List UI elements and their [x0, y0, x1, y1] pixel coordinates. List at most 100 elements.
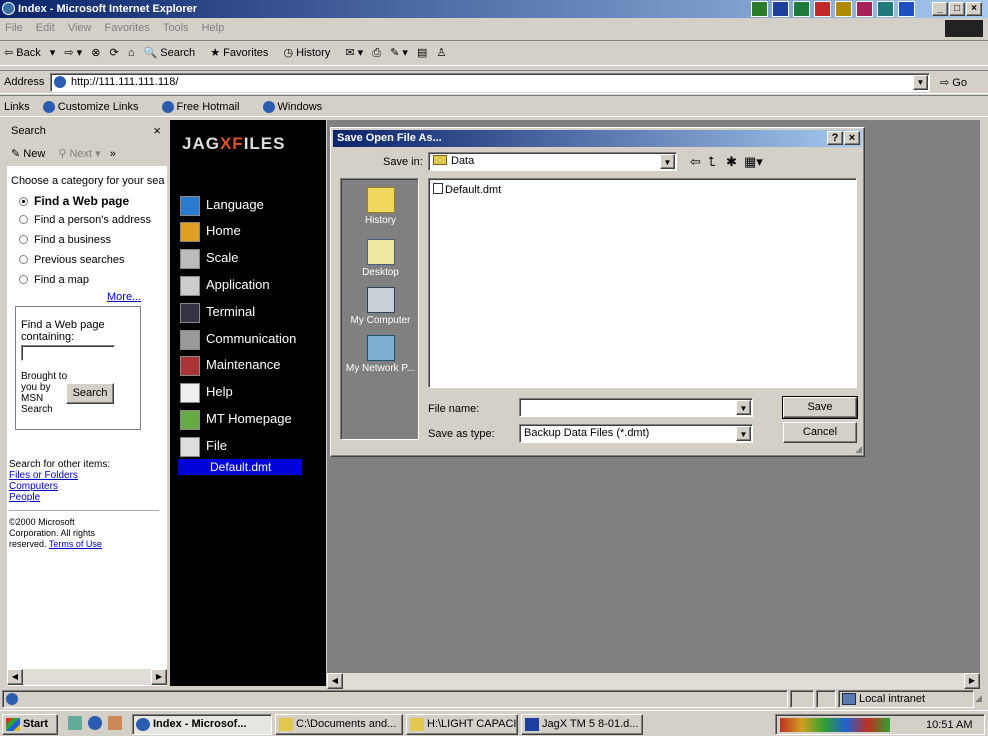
nav-file[interactable]: File [180, 435, 227, 457]
task-light-capacity[interactable]: H:\LIGHT CAPACI... [406, 714, 518, 735]
menu-edit[interactable]: Edit [31, 19, 60, 37]
resize-grip-icon[interactable]: ◢ [855, 444, 862, 455]
edit-icon[interactable]: ✎ ▾ [390, 41, 408, 65]
address-dropdown-button[interactable]: ▼ [913, 75, 928, 90]
close-pane-icon[interactable]: × [153, 120, 161, 142]
scroll-right-button[interactable]: ▶ [151, 669, 167, 685]
help-button[interactable]: ? [827, 131, 843, 145]
search-button[interactable]: 🔍 Search [144, 41, 202, 65]
scroll-left-button[interactable]: ◀ [7, 669, 23, 685]
search-query-input[interactable] [21, 345, 115, 361]
file-item[interactable]: Default.dmt [433, 183, 501, 196]
discuss-icon[interactable]: ▤ [417, 41, 427, 65]
nav-communication[interactable]: Communication [180, 328, 296, 350]
scroll-left-button[interactable]: ◀ [327, 673, 343, 689]
go-button[interactable]: ⇨ Go [940, 76, 967, 89]
nav-home[interactable]: Home [180, 220, 241, 242]
place-desktop[interactable]: Desktop [341, 239, 420, 278]
radio-previous-searches[interactable]: Previous searches [19, 254, 125, 266]
quicklaunch-outlook-icon[interactable] [108, 716, 122, 730]
save-button[interactable]: Save [782, 396, 858, 419]
place-my-computer[interactable]: My Computer [341, 287, 420, 326]
close-button[interactable]: × [966, 2, 982, 16]
dropdown-arrow-icon[interactable]: ▼ [736, 400, 751, 415]
more-link[interactable]: More... [107, 291, 141, 303]
radio-person-address[interactable]: Find a person's address [19, 214, 151, 226]
tray-icons[interactable] [780, 718, 890, 732]
stop-icon[interactable]: ⊗ [91, 41, 100, 65]
nav-scale[interactable]: Scale [180, 247, 239, 269]
menu-file[interactable]: File [0, 19, 28, 37]
app-icon[interactable] [751, 1, 768, 17]
dropdown-arrow-icon[interactable]: ▼ [660, 154, 675, 169]
favorites-button[interactable]: ★ Favorites [210, 41, 274, 65]
radio-business[interactable]: Find a business [19, 234, 111, 246]
messenger-icon[interactable]: ♙ [436, 41, 446, 65]
menu-favorites[interactable]: Favorites [100, 19, 155, 37]
search-submit-button[interactable]: Search [66, 383, 114, 404]
link-people[interactable]: People [9, 492, 40, 503]
back-button[interactable]: ⇦ Back ▾ [4, 41, 55, 65]
content-scrollbar[interactable]: ◀ ▶ [327, 673, 980, 689]
history-button[interactable]: ◷ History [283, 41, 336, 65]
nav-language[interactable]: Language [180, 194, 264, 216]
frontpage-icon[interactable] [877, 1, 894, 17]
up-folder-icon[interactable]: ⮤ [708, 154, 716, 170]
window-titlebar[interactable]: Index - Microsoft Internet Explorer _ □ … [0, 0, 988, 18]
dropdown-arrow-icon[interactable]: ▼ [736, 426, 751, 441]
resize-grip-icon[interactable]: ◢ [975, 693, 982, 704]
minimize-button[interactable]: _ [932, 2, 948, 16]
link-windows[interactable]: Windows [262, 101, 333, 114]
radio-web-page[interactable]: Find a Web page [19, 194, 129, 208]
print-icon[interactable]: ⎙ [372, 41, 381, 65]
refresh-icon[interactable]: ⟳ [110, 41, 119, 65]
nav-mt-homepage[interactable]: MT Homepage [180, 408, 292, 430]
scroll-right-button[interactable]: ▶ [964, 673, 980, 689]
forward-button[interactable]: ⇨ ▾ [64, 41, 82, 65]
place-history[interactable]: History [341, 187, 420, 226]
access-icon[interactable] [856, 1, 873, 17]
radio-map[interactable]: Find a map [19, 274, 89, 286]
place-network[interactable]: My Network P... [341, 335, 420, 374]
selected-file-item[interactable]: Default.dmt [178, 459, 302, 475]
link-files-folders[interactable]: Files or Folders [9, 470, 78, 481]
link-customize[interactable]: Customize Links [42, 101, 149, 114]
start-button[interactable]: Start [2, 714, 58, 735]
dialog-close-button[interactable]: × [844, 131, 860, 145]
nav-application[interactable]: Application [180, 274, 270, 296]
menu-tools[interactable]: Tools [158, 19, 194, 37]
more-tools-icon[interactable]: » [110, 148, 116, 160]
word-icon[interactable] [772, 1, 789, 17]
quicklaunch-ie-icon[interactable] [88, 716, 102, 730]
outlook-icon[interactable] [835, 1, 852, 17]
address-input[interactable]: http://111.111.111.118/ ▼ [50, 73, 930, 92]
terms-link[interactable]: Terms of Use [49, 539, 102, 549]
search-pane-scrollbar[interactable]: ◀ ▶ [7, 669, 167, 685]
nav-help[interactable]: Help [180, 381, 233, 403]
link-computers[interactable]: Computers [9, 481, 58, 492]
menu-view[interactable]: View [63, 19, 97, 37]
task-documents[interactable]: C:\Documents and... [275, 714, 403, 735]
task-ie-index[interactable]: Index - Microsof... [132, 714, 272, 735]
maximize-button[interactable]: □ [949, 2, 965, 16]
dialog-titlebar[interactable]: Save Open File As... ? × [333, 130, 862, 147]
new-folder-icon[interactable]: ✱ [726, 154, 737, 170]
home-icon[interactable]: ⌂ [128, 41, 135, 65]
file-list[interactable]: Default.dmt [428, 178, 857, 388]
back-arrow-icon[interactable]: ⇦ [690, 154, 701, 170]
powerpoint-icon[interactable] [814, 1, 831, 17]
nav-terminal[interactable]: Terminal [180, 301, 255, 323]
save-type-select[interactable]: Backup Data Files (*.dmt) ▼ [519, 424, 753, 443]
cancel-button[interactable]: Cancel [783, 422, 857, 443]
quicklaunch-desktop-icon[interactable] [68, 716, 82, 730]
excel-icon[interactable] [793, 1, 810, 17]
nav-maintenance[interactable]: Maintenance [180, 354, 280, 376]
next-search-button[interactable]: ⚲ Next ▾ [58, 148, 100, 160]
menu-help[interactable]: Help [197, 19, 230, 37]
view-menu-icon[interactable]: ▦▾ [744, 154, 763, 170]
link-hotmail[interactable]: Free Hotmail [161, 101, 250, 114]
new-search-button[interactable]: ✎ New [11, 148, 45, 160]
mail-icon[interactable]: ✉ ▾ [345, 41, 363, 65]
file-name-input[interactable]: ▼ [519, 398, 753, 417]
task-jagx-doc[interactable]: JagX TM 5 8-01.d... [521, 714, 643, 735]
